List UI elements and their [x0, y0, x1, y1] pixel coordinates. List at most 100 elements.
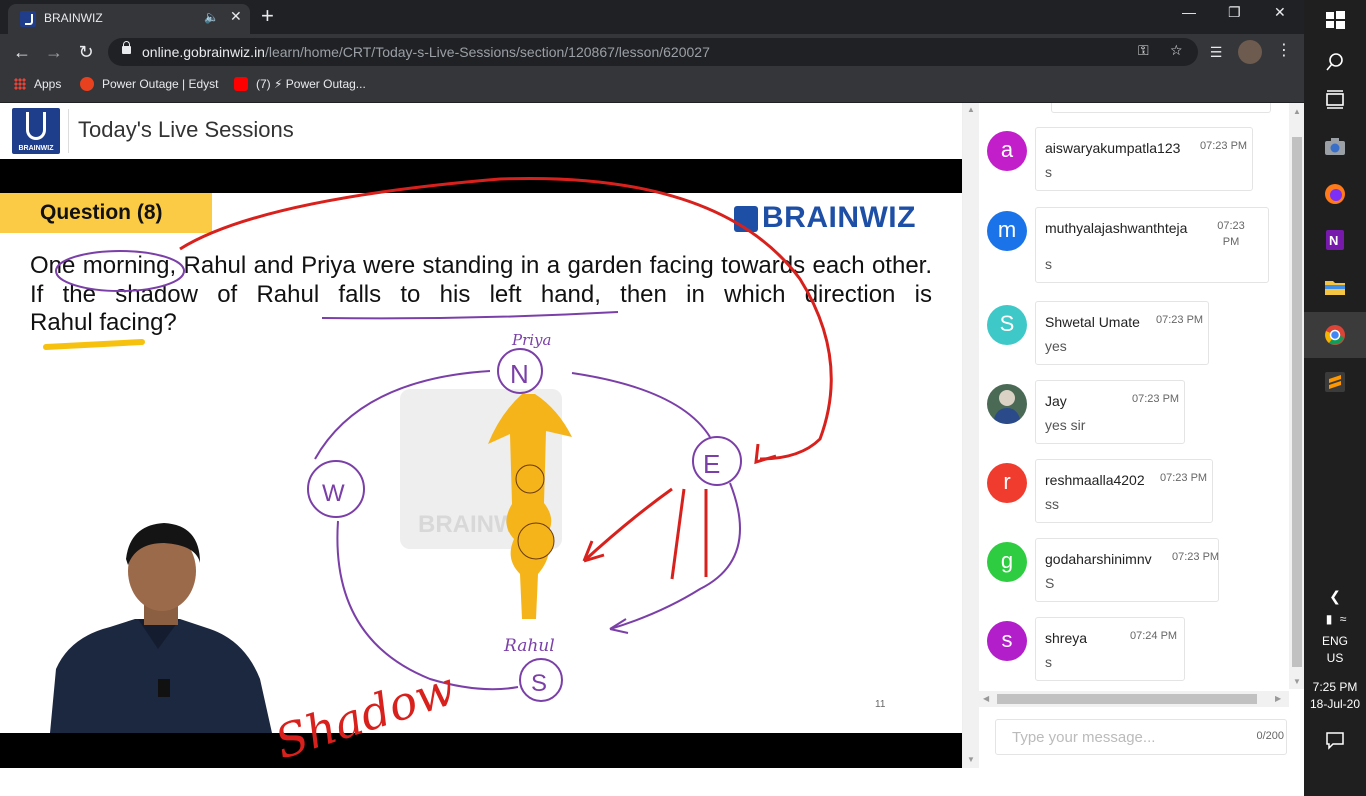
chat-message: S Shwetal Umate 07:23 PM yes [987, 301, 1287, 369]
wifi-icon[interactable]: ≈ [1312, 612, 1366, 626]
message-username: Shwetal Umate [1045, 314, 1140, 330]
message-username: muthyalajashwanthteja [1045, 220, 1188, 236]
apps-grid-icon [14, 78, 26, 90]
youtube-icon [234, 77, 248, 91]
tab-strip: BRAINWIZ 🔈 ✕ + — ❐ ✕ [0, 0, 1304, 34]
onenote-icon[interactable]: N [1323, 228, 1347, 252]
message-time: 07:24 PM [1130, 630, 1178, 642]
message-username: godaharshinimnv [1045, 551, 1152, 567]
scroll-down-icon[interactable]: ▼ [967, 755, 975, 764]
chevron-left-icon[interactable]: ❮ [1304, 588, 1366, 605]
scroll-right-icon[interactable]: ▶ [1275, 694, 1281, 703]
menu-icon[interactable]: ⋮ [1276, 40, 1292, 60]
svg-text:N: N [1329, 233, 1338, 248]
live-video-player[interactable]: Question (8) BRAINWIZ BRAINWIZ One morni… [0, 159, 962, 769]
message-text: ss [1045, 496, 1059, 512]
reload-icon[interactable]: ↻ [74, 40, 98, 64]
chat-panel: ▲ ▼ a aiswaryakumpatla123 07:23 PM s m m… [962, 103, 1305, 768]
profile-avatar[interactable] [1238, 40, 1262, 64]
scroll-up-icon[interactable]: ▲ [967, 105, 975, 114]
tab-close-button[interactable]: ✕ [230, 8, 242, 25]
message-bubble: Jay 07:23 PM yes sir [1035, 380, 1185, 444]
message-bubble: reshmaalla4202 07:23 PM ss [1035, 459, 1213, 523]
key-icon[interactable]: ⚿ [1138, 42, 1149, 59]
clock-date[interactable]: 18-Jul-20 [1304, 697, 1366, 711]
clock-time[interactable]: 7:25 PM [1304, 680, 1366, 694]
media-control-icon[interactable]: ☰ [1204, 40, 1228, 64]
keyboard-layout[interactable]: US [1304, 651, 1366, 665]
chat-messages: a aiswaryakumpatla123 07:23 PM s m muthy… [979, 103, 1291, 689]
message-time: 07:23 PM [1200, 140, 1248, 152]
slide-brand: BRAINWIZ [762, 201, 916, 234]
address-bar[interactable]: online.gobrainwiz.in/learn/home/CRT/Toda… [108, 38, 1198, 66]
new-tab-button[interactable]: + [261, 4, 274, 28]
chat-message: a aiswaryakumpatla123 07:23 PM s [987, 127, 1287, 195]
chat-message-input[interactable] [996, 720, 1236, 754]
bookmark-youtube[interactable]: (7) ⚡ Power Outag... [234, 77, 366, 91]
search-icon[interactable] [1323, 50, 1347, 74]
logo-text: BRAINWIZ [18, 145, 54, 152]
question-text: One morning, Rahul and Priya were standi… [30, 252, 932, 308]
message-time: 07:23 PM [1172, 551, 1220, 563]
chat-message: m muthyalajashwanthteja 07:23 PM s [987, 207, 1287, 283]
scroll-down-icon[interactable]: ▼ [1293, 677, 1301, 686]
brainwiz-logo[interactable]: BRAINWIZ [12, 108, 60, 154]
chat-vertical-scrollbar[interactable]: ▲ ▼ [1289, 103, 1305, 689]
scroll-left-icon[interactable]: ◀ [983, 694, 989, 703]
char-counter: 0/200 [1256, 730, 1284, 742]
avatar [987, 384, 1027, 424]
browser-chrome: BRAINWIZ 🔈 ✕ + — ❐ ✕ ← → ↻ online.gobrai… [0, 0, 1304, 103]
question-banner: Question (8) [0, 193, 212, 233]
chrome-icon[interactable] [1323, 323, 1347, 347]
scrollbar-thumb[interactable] [997, 694, 1257, 704]
message-text: S [1045, 575, 1055, 591]
message-username: reshmaalla4202 [1045, 472, 1145, 488]
message-username: aiswaryakumpatla123 [1045, 140, 1181, 156]
scrollbar-thumb[interactable] [1292, 137, 1302, 667]
url-text[interactable]: online.gobrainwiz.in/learn/home/CRT/Toda… [142, 44, 710, 60]
message-bubble: muthyalajashwanthteja 07:23 PM s [1035, 207, 1269, 283]
windows-start-icon[interactable] [1323, 8, 1347, 32]
message-bubble: aiswaryakumpatla123 07:23 PM s [1035, 127, 1253, 191]
message-time: 07:23 PM [1160, 472, 1208, 484]
back-icon[interactable]: ← [10, 40, 34, 64]
chat-message: r reshmaalla4202 07:23 PM ss [987, 459, 1287, 527]
bookmark-edyst[interactable]: Power Outage | Edyst [80, 77, 219, 91]
speaker-icon[interactable]: 🔈 [204, 10, 219, 24]
tab-brainwiz[interactable]: BRAINWIZ 🔈 ✕ [8, 4, 250, 34]
bookmarks-bar: Apps Power Outage | Edyst (7) ⚡ Power Ou… [0, 70, 1304, 102]
firefox-icon[interactable] [1323, 182, 1347, 206]
message-bubble: shreya 07:24 PM s [1035, 617, 1185, 681]
chat-input-box[interactable]: 0/200 [995, 719, 1287, 755]
language-code[interactable]: ENG [1304, 634, 1366, 648]
lock-icon[interactable] [122, 41, 131, 54]
page-header: BRAINWIZ Today's Live Sessions [0, 103, 962, 159]
bookmark-apps[interactable]: Apps [14, 77, 61, 91]
notifications-icon[interactable] [1323, 728, 1347, 752]
camera-app-icon[interactable] [1323, 135, 1347, 159]
close-window-button[interactable]: ✕ [1274, 4, 1286, 21]
message-text: yes sir [1045, 417, 1086, 433]
header-divider [68, 109, 69, 153]
tab-title: BRAINWIZ [44, 11, 103, 25]
chat-message: g godaharshinimnv 07:23 PM S [987, 538, 1287, 606]
screen: BRAINWIZ 🔈 ✕ + — ❐ ✕ ← → ↻ online.gobrai… [0, 0, 1366, 796]
scroll-up-icon[interactable]: ▲ [1293, 107, 1301, 116]
chat-horizontal-scrollbar[interactable]: ◀ ▶ [979, 691, 1289, 707]
minimize-button[interactable]: — [1182, 4, 1196, 20]
message-time: 07:23 PM [1132, 393, 1180, 405]
windows-taskbar: N ❮ ▮ ≈ ENG US 7:25 PM 18-Jul-20 [1304, 0, 1366, 796]
chat-message: s shreya 07:24 PM s [987, 617, 1287, 685]
forward-icon[interactable]: → [42, 40, 66, 64]
restore-button[interactable]: ❐ [1228, 4, 1241, 21]
presenter-webcam [40, 519, 276, 733]
task-view-icon[interactable] [1323, 88, 1347, 112]
sublime-text-icon[interactable] [1323, 370, 1347, 394]
star-icon[interactable]: ☆ [1170, 42, 1183, 59]
avatar: S [987, 305, 1027, 345]
file-explorer-icon[interactable] [1323, 275, 1347, 299]
message-text: s [1045, 164, 1052, 180]
avatar: s [987, 621, 1027, 661]
question-text-last-line: Rahul facing? [30, 309, 177, 336]
message-text: s [1045, 256, 1052, 272]
